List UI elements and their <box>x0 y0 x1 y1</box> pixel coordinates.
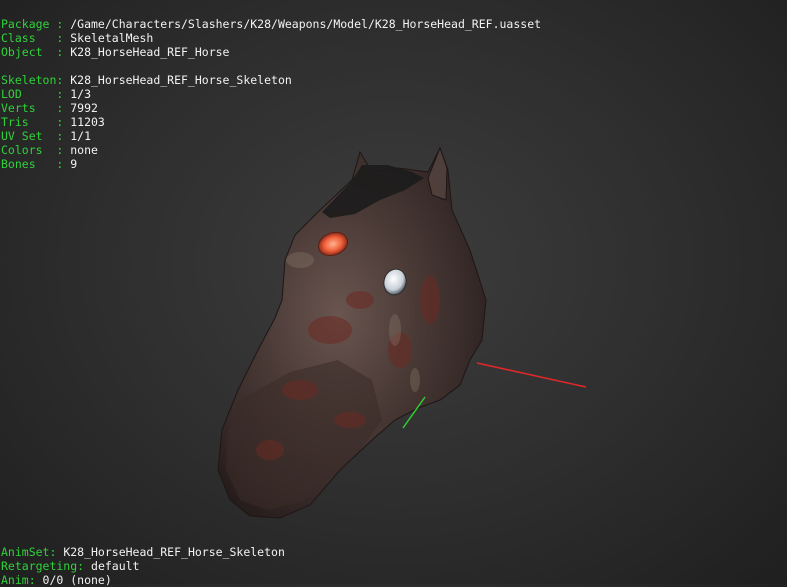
animset-value: K28_HorseHead_REF_Horse_Skeleton <box>56 545 285 559</box>
animset-label: AnimSet: <box>1 545 57 559</box>
tris-line: Tris : 11203 <box>1 115 105 129</box>
verts-value: 7992 <box>63 101 98 115</box>
verts-label: Verts : <box>1 101 64 115</box>
retargeting-value: default <box>84 559 140 573</box>
object-value: K28_HorseHead_REF_Horse <box>63 45 230 59</box>
colors-line: Colors : none <box>1 143 98 157</box>
horse-ear <box>427 146 448 201</box>
package-label: Package : <box>1 17 64 31</box>
3d-viewport[interactable] <box>0 0 787 584</box>
package-line: Package : /Game/Characters/Slashers/K28/… <box>1 17 541 31</box>
verts-line: Verts : 7992 <box>1 101 98 115</box>
axis-x-line <box>476 362 587 388</box>
object-label: Object : <box>1 45 64 59</box>
uvset-value: 1/1 <box>63 129 92 143</box>
lod-label: LOD : <box>1 87 64 101</box>
bones-value: 9 <box>63 157 78 171</box>
skeleton-line: Skeleton: K28_HorseHead_REF_Horse_Skelet… <box>1 73 292 87</box>
object-line: Object : K28_HorseHead_REF_Horse <box>1 45 229 59</box>
bones-line: Bones : 9 <box>1 157 77 171</box>
tris-value: 11203 <box>63 115 105 129</box>
package-value: /Game/Characters/Slashers/K28/Weapons/Mo… <box>63 17 542 31</box>
uvset-line: UV Set : 1/1 <box>1 129 91 143</box>
animset-line: AnimSet: K28_HorseHead_REF_Horse_Skeleto… <box>1 545 285 559</box>
horse-head-model <box>217 146 587 519</box>
anim-label: Anim: <box>1 573 36 587</box>
anim-line: Anim: 0/0 (none) <box>1 573 112 587</box>
uvset-label: UV Set : <box>1 129 64 143</box>
anim-value: 0/0 (none) <box>35 573 112 587</box>
skeleton-value: K28_HorseHead_REF_Horse_Skeleton <box>63 73 292 87</box>
lod-value: 1/3 <box>63 87 92 101</box>
class-label: Class : <box>1 31 64 45</box>
colors-label: Colors : <box>1 143 64 157</box>
skeleton-label: Skeleton: <box>1 73 64 87</box>
retargeting-line: Retargeting: default <box>1 559 139 573</box>
tris-label: Tris : <box>1 115 64 129</box>
class-value: SkeletalMesh <box>63 31 154 45</box>
lod-line: LOD : 1/3 <box>1 87 91 101</box>
retargeting-label: Retargeting: <box>1 559 85 573</box>
class-line: Class : SkeletalMesh <box>1 31 153 45</box>
colors-value: none <box>63 143 98 157</box>
bones-label: Bones : <box>1 157 64 171</box>
